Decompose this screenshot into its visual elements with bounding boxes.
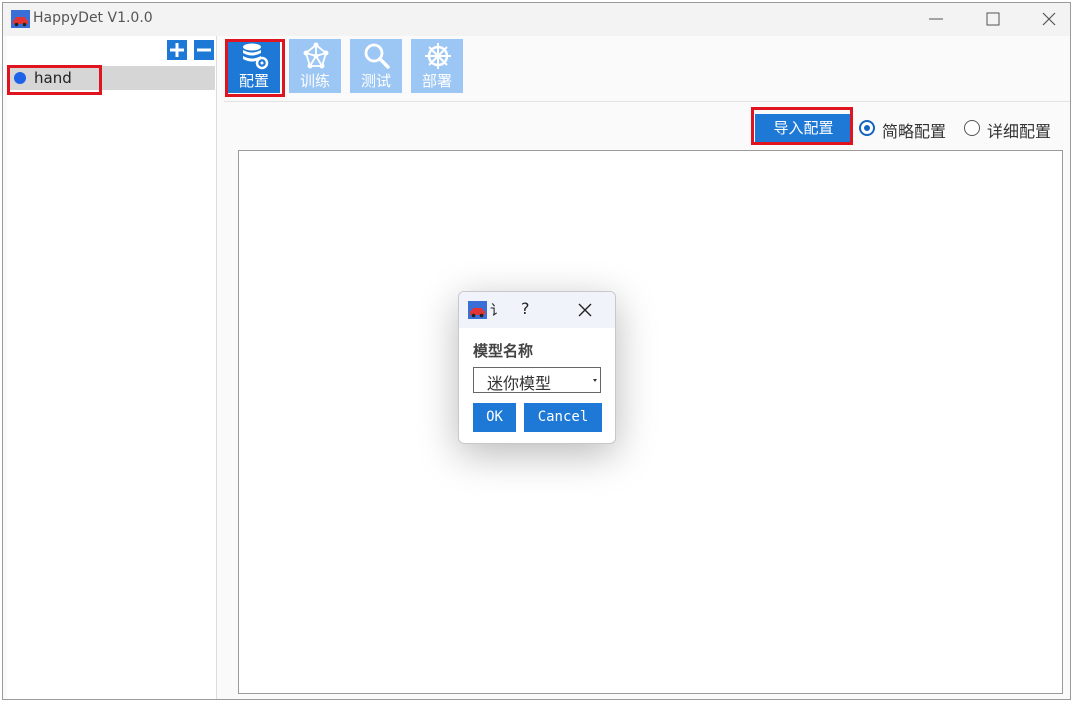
tool-deploy-label: 部署 xyxy=(421,72,452,90)
tool-deploy[interactable]: 部署 xyxy=(411,39,463,93)
minimize-icon xyxy=(929,18,943,20)
remove-project-button[interactable] xyxy=(194,40,214,60)
radio-simple-label: 简略配置 xyxy=(882,122,947,141)
magnifier-icon xyxy=(364,43,390,69)
ok-button[interactable]: OK xyxy=(473,403,516,432)
project-dot-icon xyxy=(14,72,26,84)
tool-test-label: 测试 xyxy=(360,72,391,90)
car-app-icon xyxy=(11,10,30,28)
module-toolbar: 配置 训练 测试 部署 xyxy=(224,37,1070,102)
model-name-label: 模型名称 xyxy=(473,342,534,360)
tool-config[interactable]: 配置 xyxy=(228,39,280,93)
database-gear-icon xyxy=(243,43,269,70)
import-config-button[interactable]: 导入配置 xyxy=(755,114,852,142)
minimize-button[interactable] xyxy=(913,3,959,35)
add-project-button[interactable] xyxy=(167,40,187,60)
dialog-help-button[interactable]: ? xyxy=(521,299,530,318)
project-tree-panel: hand xyxy=(7,36,217,699)
tool-test[interactable]: 测试 xyxy=(350,39,402,93)
plus-icon xyxy=(170,43,184,57)
app-window: HappyDet V1.0.0 hand 配置 训练 测试 部署 导入配置 简略… xyxy=(2,2,1071,700)
minus-icon xyxy=(197,48,211,52)
title-bar[interactable]: HappyDet V1.0.0 xyxy=(3,3,1070,36)
radio-detailed-label: 详细配置 xyxy=(987,122,1052,141)
close-icon xyxy=(1042,12,1056,26)
close-button[interactable] xyxy=(1026,3,1070,35)
ship-wheel-icon xyxy=(425,43,451,69)
chevron-down-icon xyxy=(593,379,597,382)
tool-config-label: 配置 xyxy=(238,72,269,90)
dialog-title-bar[interactable]: 讠 ? xyxy=(459,292,615,328)
tree-item-hand[interactable]: hand xyxy=(9,66,215,90)
cancel-button[interactable]: Cancel xyxy=(524,403,602,432)
car-app-icon xyxy=(468,301,487,319)
dialog-title: 讠 xyxy=(490,303,504,319)
tool-train[interactable]: 训练 xyxy=(289,39,341,93)
tool-train-label: 训练 xyxy=(299,72,330,90)
tree-item-label: hand xyxy=(34,69,72,87)
dialog-close-icon[interactable] xyxy=(577,302,593,318)
window-title: HappyDet V1.0.0 xyxy=(33,10,153,26)
model-name-dialog: 讠 ? 模型名称 迷你模型 OK Cancel xyxy=(458,291,616,444)
model-name-select[interactable]: 迷你模型 xyxy=(473,367,601,393)
config-content-area xyxy=(238,150,1063,694)
maximize-button[interactable] xyxy=(970,3,1016,35)
model-name-select-value: 迷你模型 xyxy=(487,374,552,393)
network-icon xyxy=(303,42,329,69)
radio-detailed-config[interactable] xyxy=(964,120,980,136)
maximize-icon xyxy=(986,12,1000,26)
radio-simple-config[interactable] xyxy=(859,120,875,136)
